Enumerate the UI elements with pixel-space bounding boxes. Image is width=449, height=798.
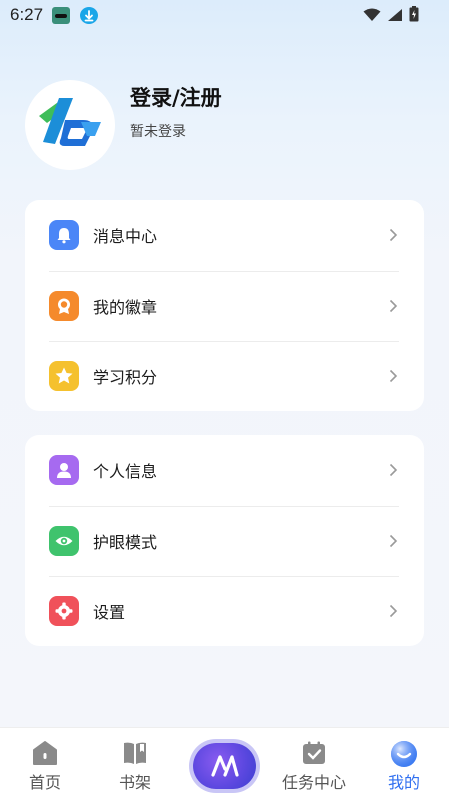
eye-icon (49, 525, 79, 556)
menu-item-label: 个人信息 (93, 462, 158, 482)
nav-label: 首页 (28, 773, 61, 792)
app-logo-icon (39, 98, 101, 146)
menu-item-personal-info[interactable]: 个人信息 (25, 435, 424, 506)
notification-app-icon (52, 7, 70, 24)
badge-icon (49, 290, 79, 321)
battery-icon (409, 6, 419, 26)
chevron-right-icon (389, 370, 398, 383)
chevron-right-icon (389, 605, 398, 618)
chevron-right-icon (389, 229, 398, 242)
chevron-right-icon (389, 464, 398, 477)
ai-logo-icon (210, 755, 239, 777)
menu-card-primary: 消息中心 我的徽章 学习积分 (25, 200, 424, 411)
nav-label: 我的 (387, 773, 420, 792)
chevron-right-icon (389, 299, 398, 312)
home-icon (32, 740, 58, 770)
menu-item-badges[interactable]: 我的徽章 (25, 270, 424, 342)
gear-icon (49, 596, 79, 627)
person-icon (49, 455, 79, 486)
bottom-nav: 首页 书架 任务中心 我的 (0, 727, 449, 798)
wifi-icon (363, 7, 381, 26)
nav-item-task-center[interactable]: 任务中心 (274, 728, 354, 798)
chevron-right-icon (389, 534, 398, 547)
menu-item-settings[interactable]: 设置 (25, 576, 424, 647)
menu-item-label: 设置 (93, 603, 126, 623)
menu-item-label: 护眼模式 (93, 532, 158, 552)
status-bar: 6:27 (0, 0, 449, 30)
menu-item-label: 我的徽章 (93, 297, 158, 317)
bell-icon (49, 220, 79, 251)
star-icon (49, 361, 79, 392)
nav-label: 书架 (118, 773, 151, 792)
status-time: 6:27 (10, 5, 44, 24)
menu-item-points[interactable]: 学习积分 (25, 341, 424, 412)
menu-card-secondary: 个人信息 护眼模式 设置 (25, 435, 424, 646)
login-status-text: 暂未登录 (130, 124, 186, 140)
signal-icon (387, 7, 403, 26)
profile-icon (390, 740, 418, 772)
nav-label: 任务中心 (281, 773, 346, 792)
nav-item-mine[interactable]: 我的 (364, 728, 444, 798)
menu-item-messages[interactable]: 消息中心 (25, 200, 424, 271)
download-icon (80, 7, 98, 24)
menu-item-label: 学习积分 (93, 368, 158, 388)
book-icon (122, 740, 148, 770)
login-register-title[interactable]: 登录/注册 (130, 82, 222, 112)
center-ai-button[interactable] (193, 743, 256, 789)
task-icon (301, 740, 327, 770)
nav-item-bookshelf[interactable]: 书架 (95, 728, 175, 798)
nav-item-home[interactable]: 首页 (5, 728, 85, 798)
menu-item-eye-care[interactable]: 护眼模式 (25, 505, 424, 577)
menu-item-label: 消息中心 (93, 227, 158, 247)
avatar[interactable] (25, 80, 115, 170)
